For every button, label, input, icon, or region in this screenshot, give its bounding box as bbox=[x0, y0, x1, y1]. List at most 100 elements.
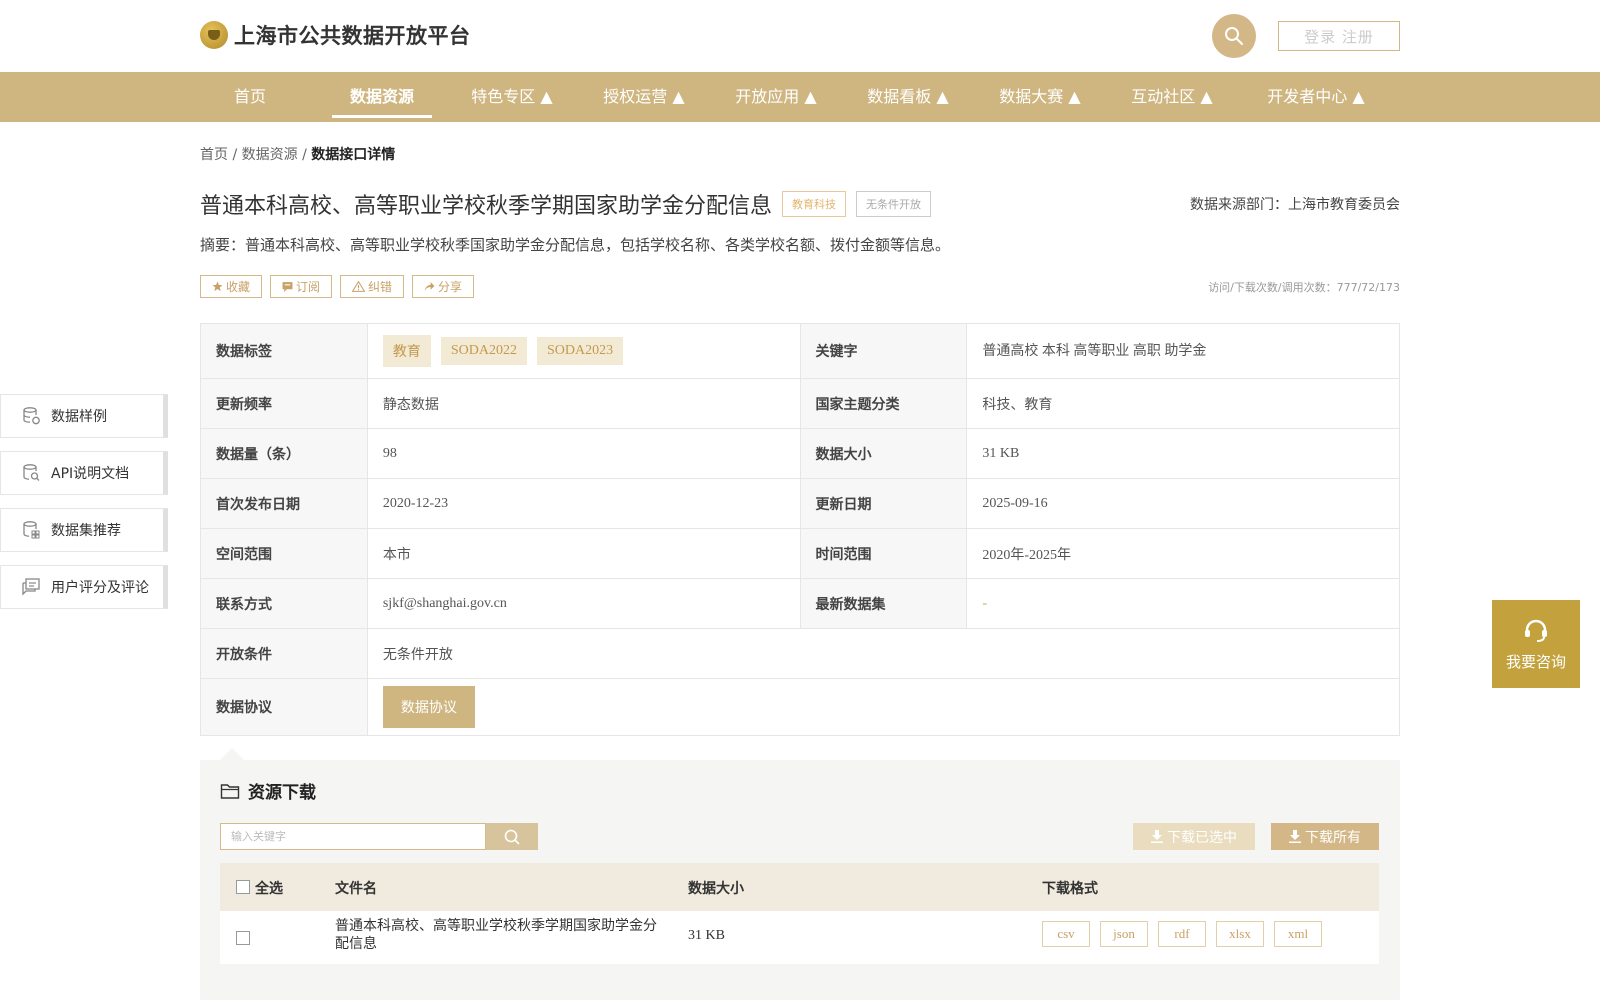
latest-dataset-link[interactable]: - bbox=[982, 596, 987, 612]
page-title: 普通本科高校、高等职业学校秋季学期国家助学金分配信息 bbox=[200, 194, 773, 219]
format-xlsx-button[interactable]: xlsx bbox=[1216, 921, 1264, 947]
table-row: 更新频率 静态数据 国家主题分类 科技、教育 bbox=[201, 379, 1399, 429]
logo-icon bbox=[200, 21, 228, 49]
subscribe-label: 订阅 bbox=[296, 280, 321, 294]
nav-item-data-resources[interactable]: 数据资源 bbox=[332, 72, 432, 122]
doc-search-icon bbox=[23, 464, 40, 481]
report-error-label: 纠错 bbox=[368, 280, 393, 294]
nav-item-authorized-ops[interactable]: 授权运营 ▲ bbox=[594, 72, 694, 122]
row-size: 31 KB bbox=[688, 928, 725, 943]
download-all-label: 下载所有 bbox=[1305, 829, 1361, 846]
nav-item-developer[interactable]: 开发者中心 ▲ bbox=[1256, 72, 1376, 122]
header-search-button[interactable] bbox=[1212, 14, 1256, 58]
value-theme: 科技、教育 bbox=[982, 397, 1053, 413]
label-size: 数据大小 bbox=[800, 429, 968, 478]
star-icon bbox=[212, 281, 223, 292]
open-condition-tag: 无条件开放 bbox=[856, 191, 932, 217]
resource-search-input[interactable]: 输入关键字 bbox=[220, 823, 486, 850]
breadcrumb-home[interactable]: 首页 bbox=[200, 147, 228, 163]
row-filename: 普通本科高校、高等职业学校秋季学期国家助学金分配信息 bbox=[335, 919, 657, 952]
data-tag-chip[interactable]: 教育 bbox=[382, 335, 431, 367]
headset-icon bbox=[1525, 619, 1547, 642]
subscribe-button[interactable]: 订阅 bbox=[270, 275, 333, 298]
row-checkbox[interactable] bbox=[236, 931, 250, 945]
consult-button[interactable]: 我要咨询 bbox=[1492, 600, 1580, 688]
data-tag-chip[interactable]: SODA2022 bbox=[440, 337, 527, 365]
nav-item-special-zones[interactable]: 特色专区 ▲ bbox=[462, 72, 562, 122]
database-grid-icon bbox=[23, 521, 40, 539]
share-icon bbox=[424, 282, 435, 291]
format-json-button[interactable]: json bbox=[1100, 921, 1148, 947]
label-first-publish: 首次发布日期 bbox=[201, 479, 368, 528]
value-contact[interactable]: sjkf@shanghai.gov.cn bbox=[368, 579, 801, 628]
label-time: 时间范围 bbox=[800, 529, 968, 578]
data-protocol-button[interactable]: 数据协议 bbox=[382, 686, 475, 728]
sidebar-item-data-sample[interactable]: 数据样例 bbox=[0, 394, 168, 438]
breadcrumb-resources[interactable]: 数据资源 bbox=[242, 147, 298, 163]
nav-item-open-apps[interactable]: 开放应用 ▲ bbox=[726, 72, 826, 122]
resource-title-text: 资源下载 bbox=[248, 783, 316, 803]
value-protocol: 数据协议 bbox=[368, 679, 1399, 735]
breadcrumb: 首页 / 数据资源 / 数据接口详情 bbox=[200, 144, 395, 164]
download-all-button[interactable]: 下载所有 bbox=[1271, 823, 1379, 850]
format-csv-button[interactable]: csv bbox=[1042, 921, 1090, 947]
label-frequency: 更新频率 bbox=[201, 379, 368, 428]
format-xml-button[interactable]: xml bbox=[1274, 921, 1322, 947]
value-count: 98 bbox=[368, 429, 801, 478]
login-register-button[interactable]: 登录 注册 bbox=[1278, 21, 1400, 51]
label-condition: 开放条件 bbox=[201, 629, 368, 678]
folder-icon bbox=[220, 783, 240, 799]
favorite-button[interactable]: 收藏 bbox=[200, 275, 263, 298]
share-button[interactable]: 分享 bbox=[412, 275, 475, 298]
table-row: 数据标签 教育 SODA2022 SODA2023 关键字 普通高校 本科 高等… bbox=[201, 324, 1399, 379]
resource-download-section: 资源下载 输入关键字 下载已选中 下载所有 全选 文件名 数据大小 下载格式 普… bbox=[200, 760, 1400, 1000]
value-time: 2020年-2025年 bbox=[982, 547, 1072, 563]
value-keywords: 普通高校 本科 高等职业 高职 助学金 bbox=[982, 344, 1207, 359]
nav-item-data-contest[interactable]: 数据大赛 ▲ bbox=[990, 72, 1090, 122]
dataset-info-table: 数据标签 教育 SODA2022 SODA2023 关键字 普通高校 本科 高等… bbox=[200, 323, 1400, 736]
select-all-checkbox[interactable] bbox=[236, 880, 250, 894]
data-tag-chip[interactable]: SODA2023 bbox=[536, 337, 624, 365]
table-row: 空间范围 本市 时间范围 2020年-2025年 bbox=[201, 529, 1399, 579]
download-selected-button[interactable]: 下载已选中 bbox=[1133, 823, 1255, 850]
label-contact: 联系方式 bbox=[201, 579, 368, 628]
column-select-all: 全选 bbox=[255, 881, 283, 897]
format-rdf-button[interactable]: rdf bbox=[1158, 921, 1206, 947]
comment-icon bbox=[22, 578, 40, 596]
sidebar-item-label: 数据集推荐 bbox=[51, 523, 121, 539]
warning-icon bbox=[352, 281, 366, 292]
sidebar-item-api-docs[interactable]: API说明文档 bbox=[0, 451, 168, 495]
search-icon bbox=[504, 829, 520, 844]
breadcrumb-current: 数据接口详情 bbox=[311, 147, 396, 163]
subscribe-icon bbox=[282, 282, 293, 292]
download-icon bbox=[1151, 830, 1163, 843]
sidebar-item-label: 用户评分及评论 bbox=[51, 580, 149, 596]
sidebar-item-comments[interactable]: 用户评分及评论 bbox=[0, 565, 168, 609]
nav-item-data-board[interactable]: 数据看板 ▲ bbox=[858, 72, 958, 122]
label-keywords: 关键字 bbox=[800, 324, 968, 378]
search-icon bbox=[1225, 27, 1243, 45]
report-error-button[interactable]: 纠错 bbox=[340, 275, 405, 298]
site-logo[interactable]: 上海市公共数据开放平台 bbox=[200, 20, 471, 50]
resource-search-button[interactable] bbox=[486, 823, 538, 850]
sidebar-item-label: 数据样例 bbox=[51, 409, 107, 425]
table-row: 数据协议 数据协议 bbox=[201, 679, 1399, 735]
value-size: 31 KB bbox=[982, 445, 1020, 461]
label-tags: 数据标签 bbox=[201, 324, 368, 378]
sidebar-item-recommend[interactable]: 数据集推荐 bbox=[0, 508, 168, 552]
column-formats: 下载格式 bbox=[1042, 881, 1098, 897]
label-protocol: 数据协议 bbox=[201, 679, 368, 735]
share-label: 分享 bbox=[438, 280, 463, 294]
label-updated: 更新日期 bbox=[800, 479, 968, 528]
nav-item-community[interactable]: 互动社区 ▲ bbox=[1122, 72, 1222, 122]
dataset-summary: 摘要：普通本科高校、高等职业学校秋季国家助学金分配信息，包括学校名称、各类学校名… bbox=[200, 236, 951, 254]
database-icon bbox=[23, 407, 40, 425]
resource-section-title: 资源下载 bbox=[220, 778, 316, 803]
dataset-title-row: 普通本科高校、高等职业学校秋季学期国家助学金分配信息 教育科技 无条件开放 bbox=[200, 188, 932, 220]
download-icon bbox=[1289, 830, 1301, 843]
nav-item-home[interactable]: 首页 bbox=[218, 72, 282, 122]
value-updated: 2025-09-16 bbox=[982, 495, 1048, 511]
value-first-publish: 2020-12-23 bbox=[368, 479, 801, 528]
label-count: 数据量（条） bbox=[201, 429, 368, 478]
table-row: 首次发布日期 2020-12-23 更新日期 2025-09-16 bbox=[201, 479, 1399, 529]
